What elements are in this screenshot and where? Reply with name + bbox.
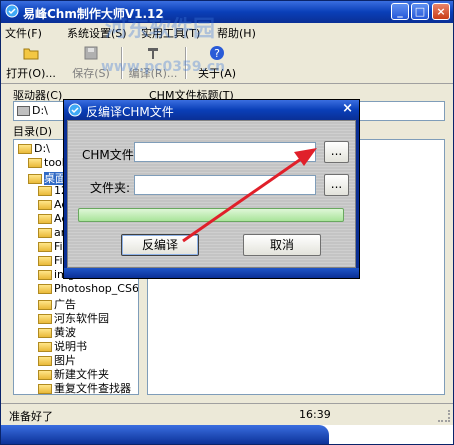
arrow-head bbox=[294, 148, 317, 166]
main-window: 易峰Chm制作大师V1.12 _ □ × 文件(F) 系统设置(S) 实用工具(… bbox=[0, 0, 454, 445]
arrow-shaft bbox=[182, 157, 302, 243]
annotation-arrow bbox=[182, 148, 317, 243]
